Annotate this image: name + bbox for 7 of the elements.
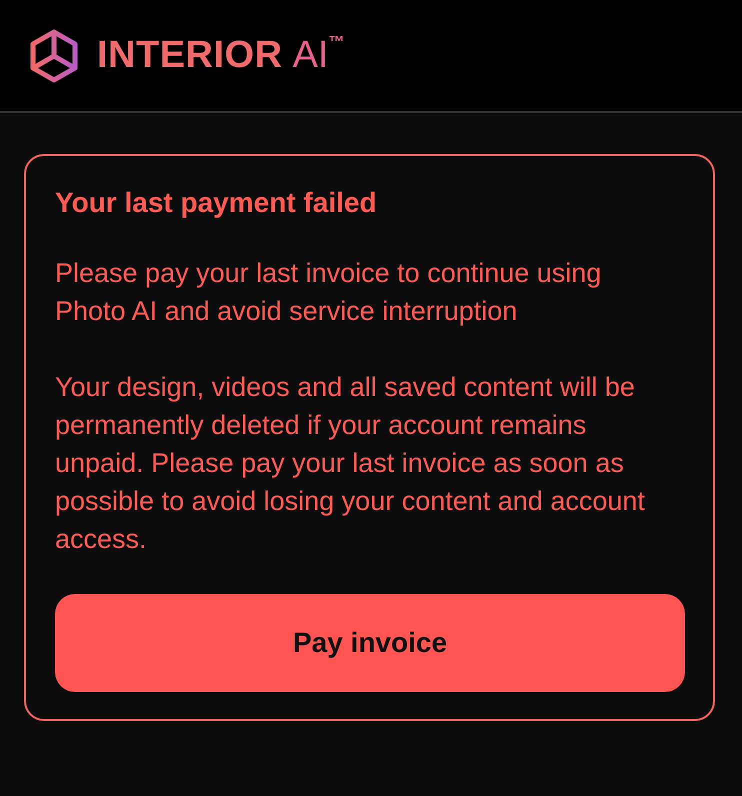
alert-message: Your design, videos and all saved content will be permanently deleted if your account remains unpaid. Please pay your last invoice as soon as possible to avoid losing your content and account access.: [55, 371, 646, 556]
alert-message: Please pay your last invoice to continue using Photo AI and avoid service interruption: [55, 257, 602, 328]
pay-invoice-button[interactable]: Pay invoice: [55, 594, 685, 692]
brand-name: INTERIOR: [97, 34, 283, 77]
alert-title: Your last payment failed: [55, 186, 378, 220]
cube-logo-icon: [29, 28, 79, 82]
brand-suffix: AI$^{™}$: [292, 34, 344, 77]
